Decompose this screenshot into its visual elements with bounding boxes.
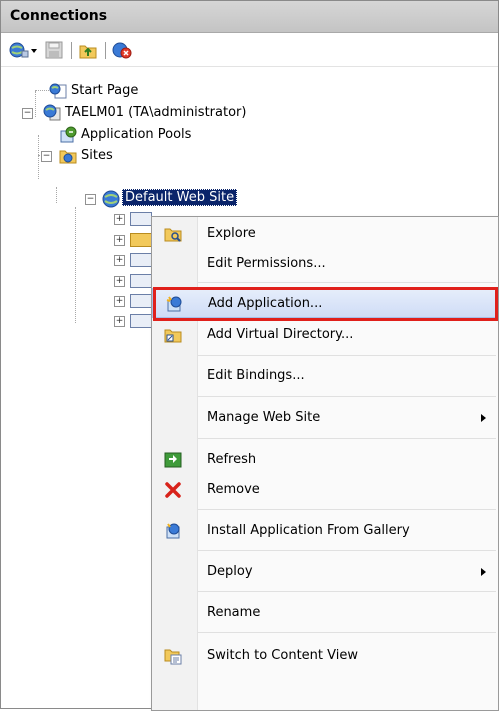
menu-item-manage-web-site[interactable]: Manage Web Site (152, 403, 498, 433)
add-virtual-directory-icon (164, 329, 182, 343)
submenu-arrow-icon (481, 568, 486, 576)
menu-item-label: Install Application From Gallery (207, 523, 410, 538)
menu-item-deploy[interactable]: Deploy (152, 557, 498, 587)
remove-icon (165, 482, 181, 498)
tree-item-child[interactable]: + (114, 250, 154, 270)
tree-label: Start Page (71, 83, 139, 98)
toolbar-separator (105, 42, 106, 59)
collapse-icon[interactable]: − (41, 151, 52, 162)
menu-separator (198, 632, 496, 633)
tree-item-child[interactable]: + (114, 230, 154, 250)
sites-icon (59, 150, 77, 164)
menu-item-edit-permissions[interactable]: Edit Permissions... (152, 249, 498, 279)
menu-item-switch-to-content-view[interactable]: Switch to Content View (152, 641, 498, 671)
toolbar-separator (71, 42, 72, 59)
expand-icon[interactable]: + (114, 296, 125, 307)
expand-icon[interactable]: + (114, 235, 125, 246)
panel-title: Connections (10, 8, 108, 24)
server-icon (43, 104, 61, 121)
menu-item-explore[interactable]: Explore (152, 219, 498, 249)
panel-title-bar: Connections (1, 1, 498, 33)
connections-toolbar (1, 33, 498, 67)
tree-item-child[interactable]: + (114, 271, 154, 291)
menu-item-label: Deploy (207, 564, 253, 579)
menu-item-label: Manage Web Site (207, 410, 321, 425)
explore-icon (164, 228, 182, 242)
menu-item-edit-bindings[interactable]: Edit Bindings... (152, 361, 498, 391)
tree-label: Sites (81, 148, 113, 163)
collapse-icon[interactable]: − (22, 108, 33, 119)
menu-item-label: Explore (207, 226, 256, 241)
gallery-icon (166, 523, 180, 539)
menu-separator (198, 438, 496, 439)
connect-icon[interactable] (9, 41, 29, 59)
menu-item-label: Rename (207, 605, 261, 620)
menu-separator (198, 509, 496, 510)
application-pools-icon (60, 126, 77, 143)
menu-item-label: Switch to Content View (207, 648, 358, 663)
menu-item-label: Edit Bindings... (207, 368, 305, 383)
menu-separator (198, 355, 496, 356)
content-view-icon (164, 649, 182, 665)
application-icon (130, 294, 152, 308)
save-icon[interactable] (45, 41, 63, 59)
menu-item-label: Remove (207, 482, 260, 497)
disconnect-icon[interactable] (112, 41, 132, 59)
folder-icon (130, 212, 152, 226)
highlight-box (153, 287, 498, 321)
menu-item-add-virtual-directory[interactable]: Add Virtual Directory... (152, 320, 498, 350)
menu-item-rename[interactable]: Rename (152, 598, 498, 628)
tree-label: Application Pools (81, 127, 192, 142)
application-icon (130, 274, 152, 288)
refresh-icon (164, 452, 182, 468)
expand-icon[interactable]: + (114, 276, 125, 287)
menu-separator (198, 550, 496, 551)
start-page-icon (49, 83, 67, 99)
tree-item-child[interactable]: + (114, 209, 154, 229)
tree-label: Default Web Site (122, 189, 238, 206)
menu-item-remove[interactable]: Remove (152, 475, 498, 505)
expand-icon[interactable]: + (114, 255, 125, 266)
menu-item-label: Add Virtual Directory... (207, 327, 354, 342)
folder-icon (130, 233, 152, 247)
menu-item-refresh[interactable]: Refresh (152, 445, 498, 475)
expand-icon[interactable]: + (114, 214, 125, 225)
application-icon (130, 314, 152, 328)
tree-item-child[interactable]: + (114, 291, 154, 311)
web-site-icon (102, 190, 120, 208)
expand-icon[interactable]: + (114, 316, 125, 327)
menu-separator (198, 396, 496, 397)
menu-item-label: Edit Permissions... (207, 256, 326, 271)
menu-item-install-from-gallery[interactable]: Install Application From Gallery (152, 516, 498, 546)
submenu-arrow-icon (481, 414, 486, 422)
tree-item-child[interactable]: + (114, 311, 154, 331)
application-icon (130, 253, 152, 267)
up-level-icon[interactable] (79, 41, 97, 59)
menu-separator (198, 282, 496, 283)
dropdown-icon[interactable] (30, 41, 38, 59)
tree-label: TAELM01 (TA\administrator) (65, 105, 247, 120)
menu-item-label: Refresh (207, 452, 257, 467)
menu-separator (198, 591, 496, 592)
collapse-icon[interactable]: − (85, 194, 96, 205)
